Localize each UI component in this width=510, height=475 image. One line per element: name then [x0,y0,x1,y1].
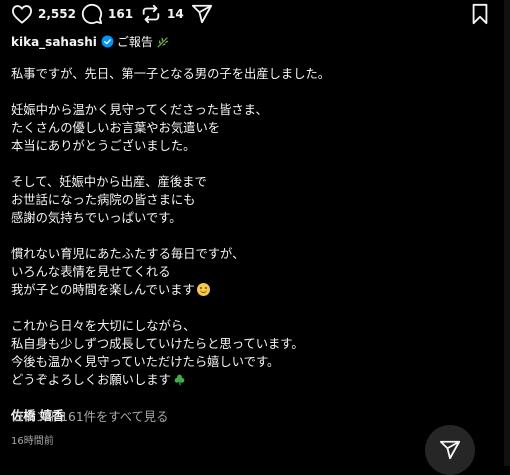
comment-button[interactable]: 161 [81,2,133,26]
comment-bubble-icon [81,3,103,25]
repost-button[interactable]: 14 [140,2,184,26]
heart-icon [12,5,32,24]
post-author-line: kika_sahashi ご報告 [11,33,170,50]
caption-line-text: どうぞよろしくお願いします [11,373,171,387]
caption-line: 妊娠中から温かく見守ってくださった皆さま、 [11,103,268,117]
caption-line: いろんな表情を見せてくれる [11,265,171,279]
caption-paragraph: これから日々を大切にしながら、 私自身も少しずつ成長していけたらと思っています。… [11,317,491,389]
caption-line: 感謝の気持ちでいっぱいです。 [11,211,182,225]
repost-count: 14 [167,7,184,21]
caption-line: 私事ですが、先日、第一子となる男の子を出産しました。 [11,67,331,81]
post-timestamp: 16時間前 [11,436,54,447]
caption-line: お世話になった病院の皆さまにも [11,193,196,207]
repost-icon [142,4,160,24]
caption-line: 私自身も少しずつ成長していけたらと思っています。 [11,337,304,351]
post-username[interactable]: kika_sahashi [11,35,97,49]
caption-paragraph: そして、妊娠中から出産、産後まで お世話になった病院の皆さまにも 感謝の気持ちで… [11,173,491,227]
caption-line: そして、妊娠中から出産、産後まで [11,175,207,189]
shamrock-icon [173,373,186,386]
share-floating-button[interactable] [425,425,475,475]
caption-line: 慣れない育児にあたふたする毎日ですが、 [11,247,245,261]
verified-badge-icon [101,35,114,48]
caption-paragraph: 妊娠中から温かく見守ってくださった皆さま、 たくさんの優しいお言葉やお気遣いを … [11,101,491,155]
caption-line-text: 我が子との時間を楽しんでいます [11,283,195,297]
comment-count: 161 [108,7,134,21]
smiling-face-icon [196,283,210,296]
caption-paragraph: 慣れない育児にあたふたする毎日ですが、 いろんな表情を見せてくれる 我が子との時… [11,245,491,299]
caption-line: 今後も温かく見守っていただけたら嬉しいです。 [11,355,280,369]
send-icon [439,440,461,460]
herb-emoji-icon [156,35,170,49]
post-caption: 私事ですが、先日、第一子となる男の子を出産しました。 妊娠中から温かく見守ってく… [11,65,491,425]
caption-line: これから日々を大切にしながら、 [11,319,196,333]
scrollbar[interactable] [504,0,510,466]
caption-line: たくさんの優しいお言葉やお気遣いを [11,121,221,135]
post-title: ご報告 [116,35,153,49]
like-count: 2,552 [38,7,76,21]
save-button[interactable] [470,2,490,26]
bookmark-icon [472,3,488,25]
caption-line: 我が子との時間を楽しんでいます [11,281,491,299]
view-all-comments-link[interactable]: コメント161件をすべて見る [11,407,168,425]
share-button[interactable] [191,2,213,26]
post-action-bar: 2,552 161 14 [0,0,510,28]
caption-paragraph: 私事ですが、先日、第一子となる男の子を出産しました。 [11,65,491,83]
caption-line: どうぞよろしくお願いします [11,371,491,389]
like-button[interactable]: 2,552 [11,2,76,26]
caption-line: 本当にありがとうございました。 [11,139,196,153]
send-icon [191,4,213,24]
